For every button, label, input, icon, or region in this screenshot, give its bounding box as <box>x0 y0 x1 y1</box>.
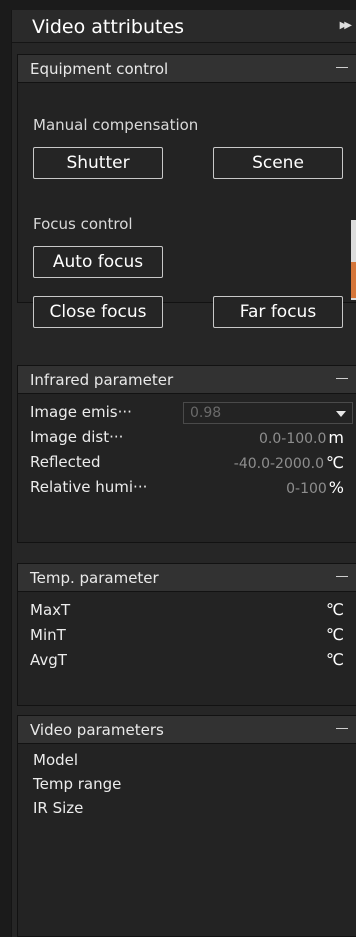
reflected-range: -40.0-2000.0 <box>233 456 325 472</box>
section-title: Infrared parameter <box>30 371 174 389</box>
video-parameters-section: Video parameters Model Temp range IR Siz… <box>17 715 356 937</box>
ir-size-label: IR Size <box>33 799 84 817</box>
relative-humidity-range: 0-100 <box>286 481 327 497</box>
image-distance-range: 0.0-100.0 <box>259 431 327 447</box>
model-label: Model <box>33 751 79 769</box>
unit: % <box>328 478 344 497</box>
emissivity-value: 0.98 <box>190 405 222 421</box>
unit: m <box>328 428 344 447</box>
image-emissivity-label: Image emis··· <box>30 403 132 421</box>
temp-parameter-section: Temp. parameter MaxT ℃ MinT ℃ AvgT ℃ <box>17 563 356 706</box>
close-focus-button[interactable]: Close focus <box>33 296 163 328</box>
avg-temp-unit: ℃ <box>326 650 344 669</box>
collapse-icon[interactable] <box>336 576 348 577</box>
equipment-control-header[interactable]: Equipment control <box>18 55 356 83</box>
reflected-label: Reflected <box>30 453 101 471</box>
temp-range-label: Temp range <box>33 775 122 793</box>
shutter-button[interactable]: Shutter <box>33 147 163 179</box>
dropdown-arrow-icon <box>336 411 346 417</box>
scrollbar-thumb[interactable] <box>351 262 356 298</box>
unit: ℃ <box>326 453 344 472</box>
temp-parameter-header[interactable]: Temp. parameter <box>18 564 356 592</box>
collapse-icon[interactable] <box>336 378 348 379</box>
image-distance-value: 0.0-100.0 m <box>259 428 344 447</box>
max-temp-label: MaxT <box>30 601 71 619</box>
panel-title: Video attributes <box>32 16 185 38</box>
avg-temp-label: AvgT <box>30 651 67 669</box>
far-focus-button[interactable]: Far focus <box>213 296 343 328</box>
emissivity-select[interactable]: 0.98 <box>183 402 353 424</box>
equipment-control-section: Equipment control Manual compensation Sh… <box>17 54 356 328</box>
panel-title-bar: Video attributes ▶▶ <box>12 10 356 43</box>
video-attributes-panel: Video attributes ▶▶ Equipment control Ma… <box>11 10 356 937</box>
double-chevron-right-icon[interactable]: ▶▶ <box>340 20 353 31</box>
reflected-value: -40.0-2000.0 ℃ <box>234 453 344 472</box>
scene-button[interactable]: Scene <box>213 147 343 179</box>
infrared-parameter-header[interactable]: Infrared parameter <box>18 366 356 394</box>
video-parameters-header[interactable]: Video parameters <box>18 716 356 744</box>
section-title: Equipment control <box>30 60 169 78</box>
relative-humidity-label: Relative humi··· <box>30 478 148 496</box>
relative-humidity-value: 0-100% <box>286 478 344 497</box>
manual-compensation-label: Manual compensation <box>33 116 199 134</box>
section-title: Video parameters <box>30 721 164 739</box>
auto-focus-button[interactable]: Auto focus <box>33 246 163 278</box>
min-temp-unit: ℃ <box>326 625 344 644</box>
collapse-icon[interactable] <box>336 67 348 68</box>
collapse-icon[interactable] <box>336 728 348 729</box>
section-title: Temp. parameter <box>30 569 159 587</box>
infrared-parameter-section: Infrared parameter Image emis··· 0.98 Im… <box>17 365 356 543</box>
focus-control-label: Focus control <box>33 215 133 233</box>
max-temp-unit: ℃ <box>326 600 344 619</box>
min-temp-label: MinT <box>30 626 66 644</box>
image-distance-label: Image dist··· <box>30 428 124 446</box>
